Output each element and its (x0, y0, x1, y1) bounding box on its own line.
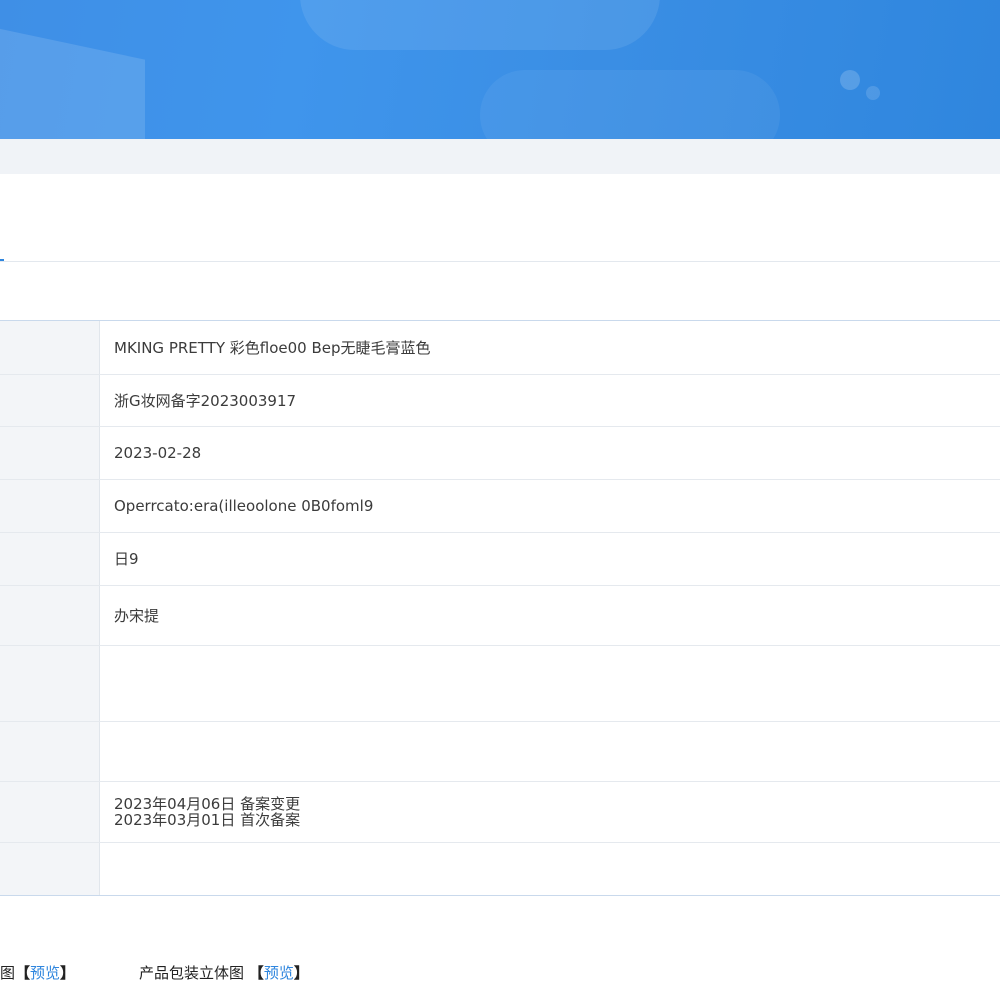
sub-navigation-bar (0, 139, 1000, 174)
country-value: 日9 (100, 533, 1000, 585)
row-label-cell (0, 321, 100, 374)
banner-decoration (300, 0, 660, 50)
row-label-cell (0, 586, 100, 645)
date-value: 2023-02-28 (100, 427, 1000, 479)
table-row: 2023年04月06日 备案变更 2023年03月01日 首次备案 (0, 782, 1000, 843)
table-row: 办宋提 (0, 586, 1000, 646)
cell-text: 日9 (114, 550, 139, 568)
preview-link[interactable]: 预览 (264, 964, 294, 982)
company-value: Operrcato:era(illeoolone 0B0foml9 (100, 480, 1000, 532)
history-line: 2023年03月01日 首次备案 (114, 811, 301, 829)
header-banner (0, 0, 1000, 139)
table-row: 日9 (0, 533, 1000, 586)
banner-decoration (480, 70, 780, 139)
table-row: 浙G妆网备字2023003917 (0, 375, 1000, 427)
cell-text: Operrcato:era(illeoolone 0B0foml9 (114, 497, 374, 515)
table-row (0, 843, 1000, 895)
table-row: 2023-02-28 (0, 427, 1000, 480)
cell-text: 浙G妆网备字2023003917 (114, 391, 297, 410)
product-name-value: MKING PRETTY 彩色floe00 Bep无睫毛膏蓝色 (100, 321, 1000, 374)
banner-dot (866, 86, 880, 100)
attachment-item: 产品包装立体图 【预览】 (139, 964, 309, 982)
cell-text: 2023-02-28 (114, 444, 202, 462)
filing-history-value: 2023年04月06日 备案变更 2023年03月01日 首次备案 (100, 782, 1000, 842)
row-label-cell (0, 375, 100, 426)
banner-decoration (0, 20, 145, 139)
row-label-cell (0, 533, 100, 585)
preview-link[interactable]: 预览 (30, 964, 60, 982)
banner-dot (840, 70, 860, 90)
row-label-cell (0, 722, 100, 781)
product-info-table: MKING PRETTY 彩色floe00 Bep无睫毛膏蓝色 浙G妆网备字20… (0, 320, 1000, 896)
row-label-cell (0, 480, 100, 532)
table-row: MKING PRETTY 彩色floe00 Bep无睫毛膏蓝色 (0, 321, 1000, 375)
row-label-cell (0, 646, 100, 721)
table-row (0, 646, 1000, 722)
row-label-cell (0, 427, 100, 479)
history-line: 2023年04月06日 备案变更 (114, 795, 301, 813)
section-divider (0, 261, 1000, 262)
table-row (0, 722, 1000, 782)
empty-value (100, 646, 1000, 721)
address-value: 办宋提 (100, 586, 1000, 645)
attachment-item: 图【预览】 (0, 964, 76, 982)
attachment-label: 图 (0, 964, 16, 982)
table-row: Operrcato:era(illeoolone 0B0foml9 (0, 480, 1000, 533)
attachment-label: 产品包装立体图 (139, 964, 245, 982)
empty-value (100, 722, 1000, 781)
registration-number-value: 浙G妆网备字2023003917 (100, 375, 1000, 426)
row-label-cell (0, 843, 100, 895)
empty-value (100, 843, 1000, 895)
cell-text: 办宋提 (114, 606, 160, 625)
cell-text: MKING PRETTY 彩色floe00 Bep无睫毛膏蓝色 (114, 338, 431, 357)
row-label-cell (0, 782, 100, 842)
